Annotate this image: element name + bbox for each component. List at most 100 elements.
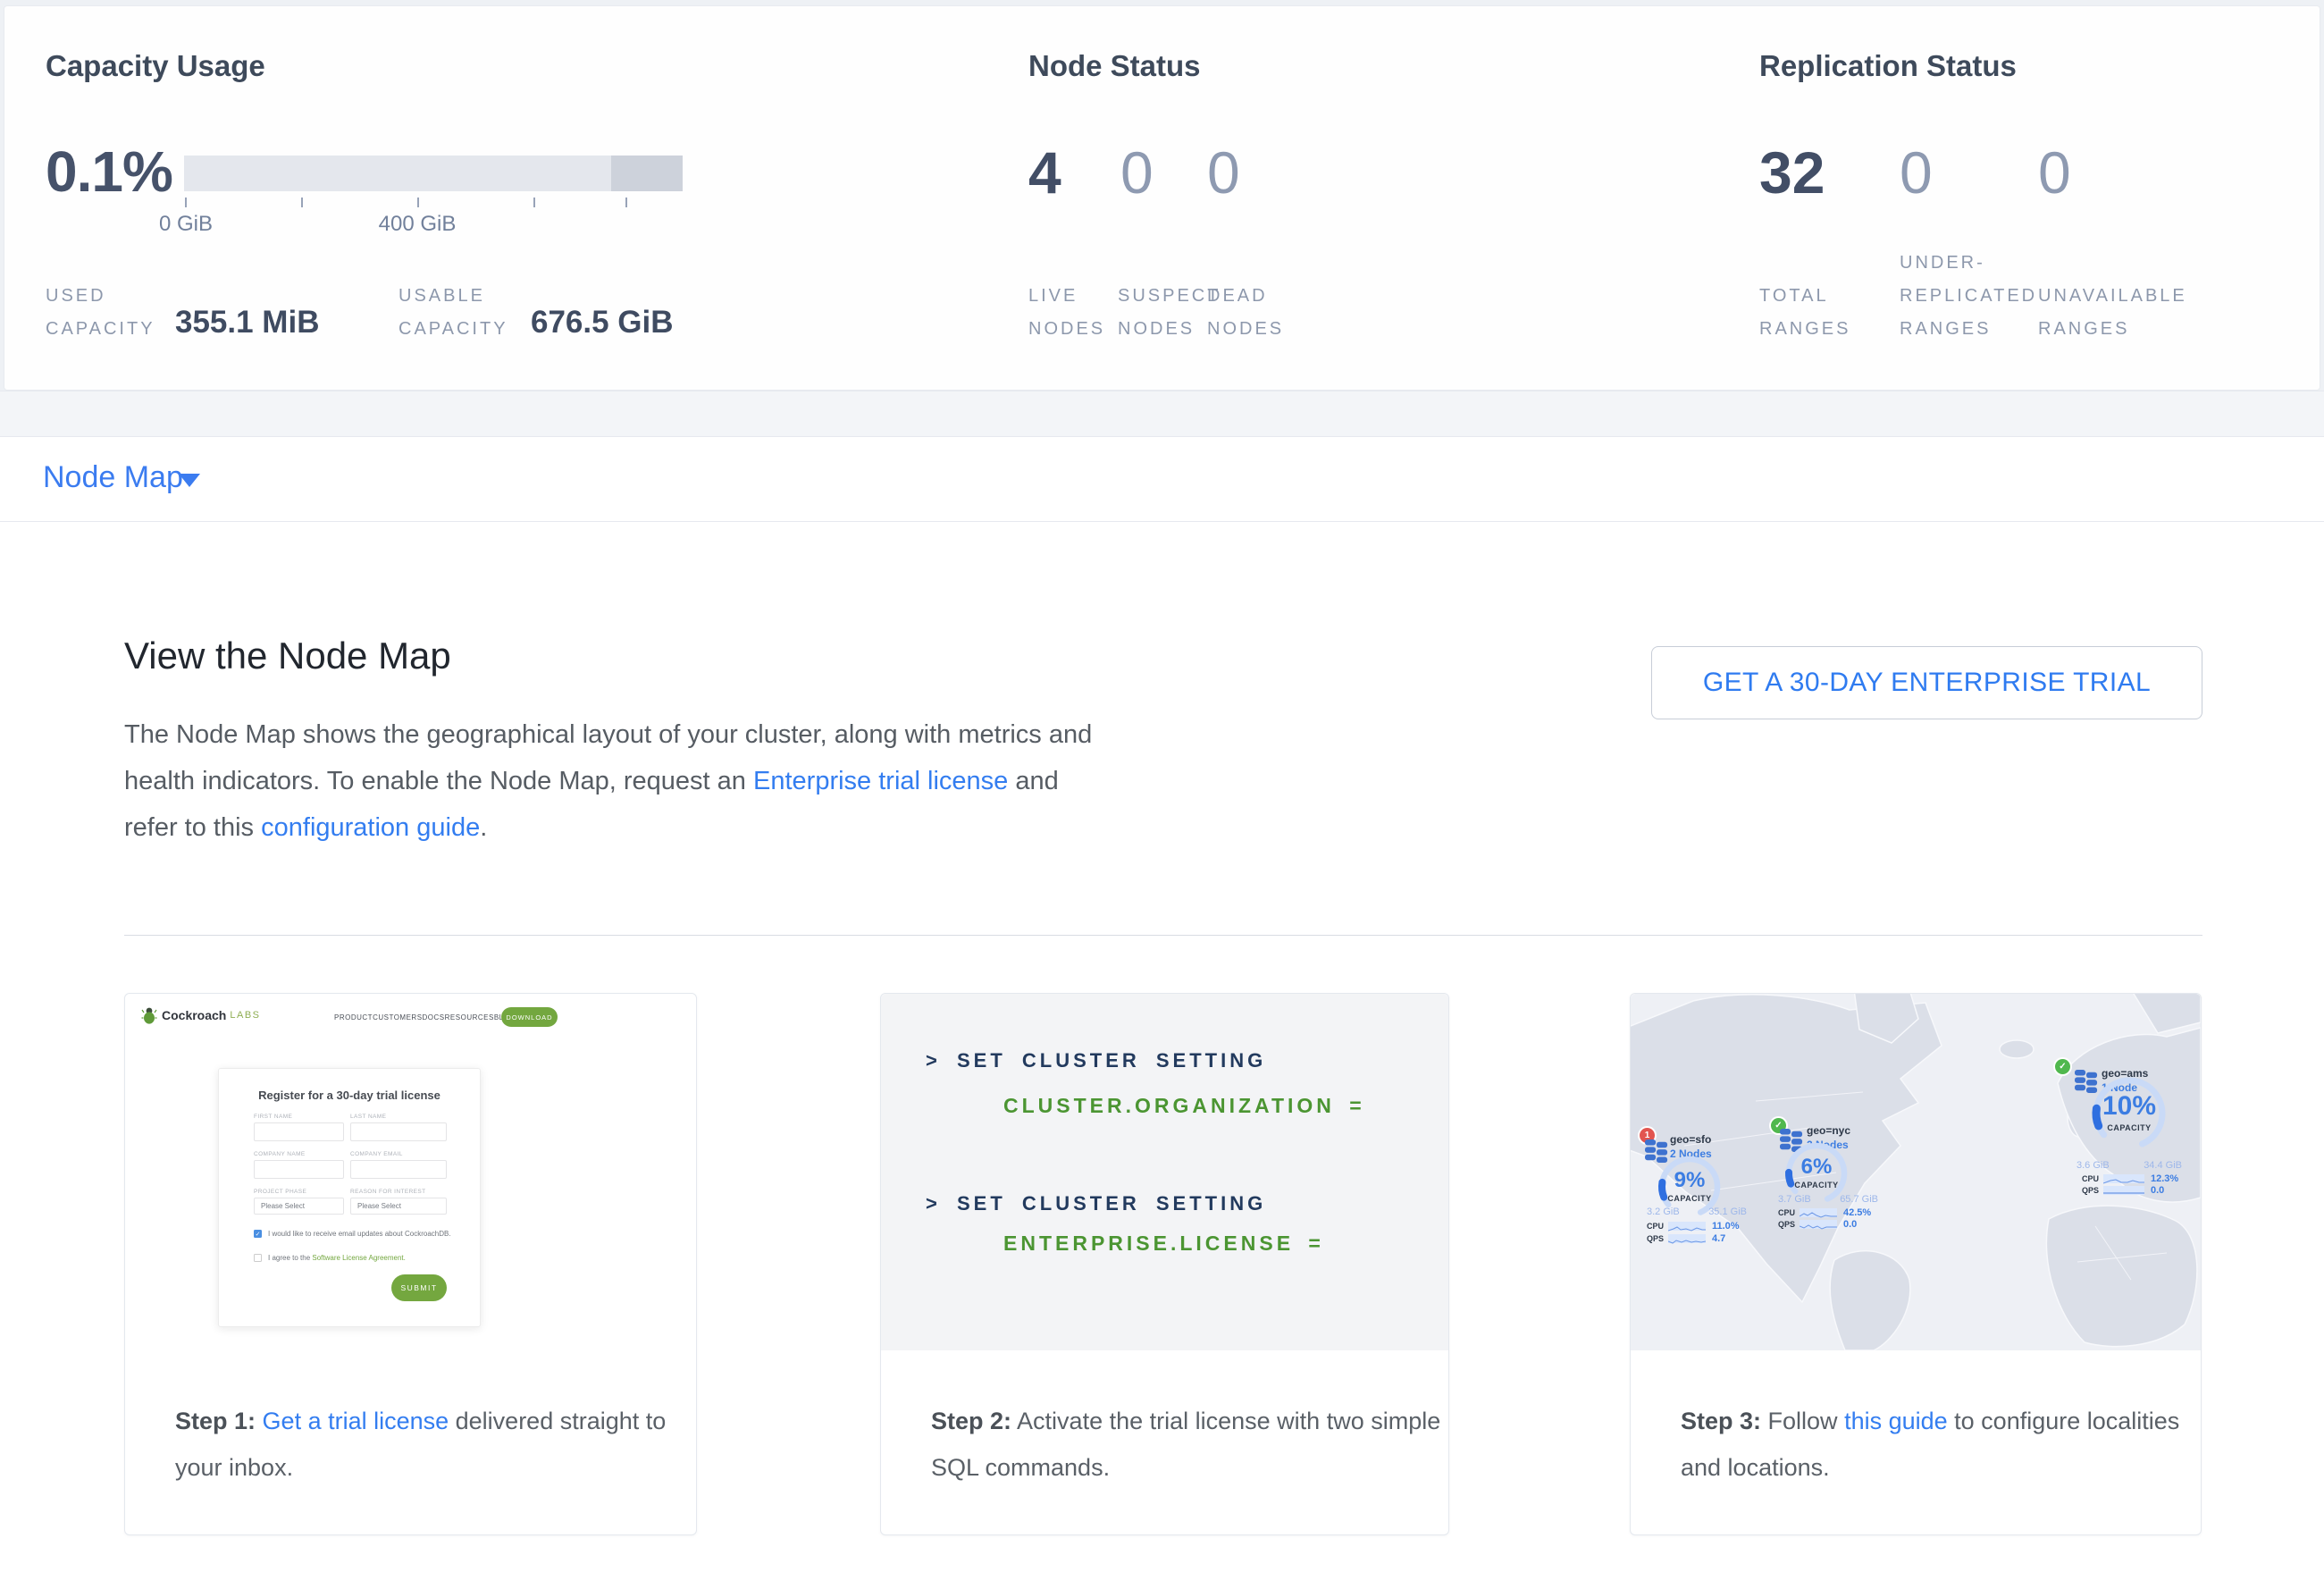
- capacity-gauge: 10% CAPACITY: [2089, 1073, 2169, 1154]
- download-button: DOWNLOAD: [501, 1007, 558, 1027]
- live-nodes-value: 4: [1028, 135, 1061, 210]
- unavailable-ranges-label: UNAVAILABLE RANGES: [2038, 251, 2187, 346]
- used-gib: 3.7 GiB: [1778, 1194, 1811, 1205]
- page-title: View the Node Map: [124, 635, 451, 677]
- node-status-title: Node Status: [1028, 49, 1201, 83]
- step3-caption: Step 3: Follow this guide to configure l…: [1681, 1398, 2199, 1491]
- under-replicated-ranges-value: 0: [1900, 135, 1933, 210]
- step1-caption: Step 1: Get a trial license delivered st…: [175, 1398, 693, 1491]
- sql-terminal-panel: > SET CLUSTER SETTING CLUSTER.ORGANIZATI…: [881, 994, 1448, 1350]
- checkbox-checked-icon: ✓: [254, 1230, 262, 1238]
- field-label: FIRST NAME: [254, 1114, 292, 1120]
- qps-sparkline: [1668, 1234, 1706, 1243]
- unavailable-ranges-value: 0: [2038, 135, 2071, 210]
- capacity-bar-reserved-segment: [611, 156, 683, 191]
- cpu-row: CPU 42.5%: [1778, 1207, 1871, 1218]
- total-gib: 34.4 GiB: [2144, 1160, 2182, 1171]
- bug-icon: [141, 1006, 157, 1024]
- field-label: COMPANY NAME: [254, 1151, 306, 1157]
- axis-tick: [301, 198, 303, 207]
- axis-tick: [533, 198, 535, 207]
- under-replicated-ranges-label: UNDER- REPLICATED RANGES: [1900, 251, 2037, 346]
- nav-item: RESOURCES: [445, 1013, 494, 1022]
- node-status-group: Node Status 4 0 0 LIVE NODES SUSPECT NOD…: [1028, 6, 1654, 391]
- cockroach-labs-logo: Cockroach LABS: [141, 1006, 261, 1024]
- used-capacity-label: USED CAPACITY: [46, 251, 155, 346]
- dead-nodes-value: 0: [1207, 135, 1240, 210]
- view-selector-bar[interactable]: Node Map: [0, 437, 2324, 522]
- step2-caption: Step 2: Activate the trial license with …: [931, 1398, 1449, 1491]
- cluster-summary-panel: Capacity Usage 0.1% 0 GiB 400 GiB USED C…: [4, 5, 2320, 391]
- total-gib: 35.1 GiB: [1708, 1206, 1747, 1217]
- step2-card: > SET CLUSTER SETTING CLUSTER.ORGANIZATI…: [880, 993, 1449, 1535]
- main-content: View the Node Map The Node Map shows the…: [0, 522, 2324, 1589]
- total-gib: 65.7 GiB: [1840, 1194, 1878, 1205]
- nav-item: PRODUCT: [334, 1013, 373, 1022]
- company-name-input: [254, 1160, 344, 1179]
- get-enterprise-trial-button[interactable]: GET A 30-DAY ENTERPRISE TRIAL: [1651, 646, 2202, 719]
- checkbox-icon: [254, 1254, 262, 1262]
- used-gib: 3.6 GiB: [2076, 1160, 2110, 1171]
- dead-nodes-label: DEAD NODES: [1207, 251, 1284, 346]
- content-divider: [124, 935, 2202, 936]
- thumbnail-nav: PRODUCT CUSTOMERS DOCS RESOURCES BLOG: [334, 1013, 500, 1022]
- qps-sparkline: [2103, 1186, 2144, 1195]
- cpu-sparkline: [1668, 1222, 1706, 1231]
- map-marker-nyc: ✓ geo=nyc 2 Nodes 6% CAPACITY 3.7 GiB 65: [1771, 1115, 1887, 1235]
- total-ranges-label: TOTAL RANGES: [1759, 251, 1850, 346]
- form-title: Register for a 30-day trial license: [219, 1089, 480, 1102]
- healthy-badge-icon: ✓: [2055, 1059, 2070, 1074]
- node-map-thumbnail: 1 geo=sfo 2 Nodes 9% CAPACITY 3.2 GiB 35: [1631, 994, 2201, 1350]
- step3-card: 1 geo=sfo 2 Nodes 9% CAPACITY 3.2 GiB 35: [1630, 993, 2202, 1535]
- qps-row: QPS 0.0: [2082, 1185, 2164, 1196]
- cpu-sparkline: [2103, 1174, 2144, 1183]
- license-agreement-checkbox-row: I agree to the Software License Agreemen…: [254, 1254, 406, 1262]
- usable-capacity-label: USABLE CAPACITY: [399, 251, 508, 346]
- nav-item: DOCS: [423, 1013, 445, 1022]
- configuration-guide-link[interactable]: configuration guide: [261, 813, 480, 842]
- capacity-usage-title: Capacity Usage: [46, 49, 265, 83]
- suspect-nodes-value: 0: [1120, 135, 1154, 210]
- trial-license-form: Register for a 30-day trial license FIRS…: [218, 1068, 481, 1327]
- capacity-usage-group: Capacity Usage 0.1% 0 GiB 400 GiB USED C…: [46, 6, 743, 391]
- email-updates-checkbox-row: ✓ I would like to receive email updates …: [254, 1230, 451, 1238]
- used-capacity-value: 355.1 MiB: [175, 305, 319, 340]
- this-guide-link[interactable]: this guide: [1844, 1408, 1948, 1434]
- project-phase-select: Please Select: [254, 1198, 344, 1215]
- field-label: REASON FOR INTEREST: [350, 1189, 426, 1195]
- axis-tick: [417, 198, 419, 207]
- company-email-input: [350, 1160, 447, 1179]
- intro-paragraph: The Node Map shows the geographical layo…: [124, 711, 1098, 851]
- total-ranges-value: 32: [1759, 135, 1825, 210]
- last-name-input: [350, 1122, 447, 1141]
- step1-card: Cockroach LABS PRODUCT CUSTOMERS DOCS RE…: [124, 993, 697, 1535]
- qps-row: QPS 4.7: [1647, 1233, 1725, 1244]
- first-name-input: [254, 1122, 344, 1141]
- view-selector-label[interactable]: Node Map: [43, 460, 183, 495]
- live-nodes-label: LIVE NODES: [1028, 251, 1105, 346]
- axis-tick: [625, 198, 627, 207]
- qps-row: QPS 0.0: [1778, 1219, 1857, 1230]
- field-label: PROJECT PHASE: [254, 1189, 306, 1195]
- cpu-row: CPU 12.3%: [2082, 1173, 2178, 1184]
- suspect-nodes-label: SUSPECT NODES: [1118, 251, 1221, 346]
- qps-sparkline: [1800, 1220, 1837, 1229]
- usable-capacity-value: 676.5 GiB: [531, 305, 674, 340]
- chevron-down-icon: [179, 474, 200, 487]
- cpu-row: CPU 11.0%: [1647, 1221, 1740, 1232]
- submit-button: SUBMIT: [391, 1274, 447, 1301]
- axis-tick: [185, 198, 187, 207]
- enterprise-trial-license-link[interactable]: Enterprise trial license: [753, 767, 1008, 795]
- map-marker-ams: ✓ geo=ams 1 Node 10% CAPACITY 3.6 GiB 34: [2053, 1055, 2187, 1189]
- nav-item: CUSTOMERS: [373, 1013, 422, 1022]
- get-trial-license-link[interactable]: Get a trial license: [263, 1408, 449, 1434]
- section-separator: [0, 391, 2324, 437]
- replication-status-group: Replication Status 32 0 0 TOTAL RANGES U…: [1759, 6, 2295, 391]
- reason-select: Please Select: [350, 1198, 447, 1215]
- field-label: COMPANY EMAIL: [350, 1151, 403, 1157]
- capacity-percent: 0.1%: [46, 139, 172, 205]
- axis-tick-label: 0 GiB: [150, 212, 222, 237]
- software-license-link: Software License Agreement.: [312, 1254, 406, 1262]
- map-marker-sfo: 1 geo=sfo 2 Nodes 9% CAPACITY 3.2 GiB 35: [1640, 1126, 1756, 1246]
- registration-page-thumbnail: Cockroach LABS PRODUCT CUSTOMERS DOCS RE…: [125, 994, 696, 1350]
